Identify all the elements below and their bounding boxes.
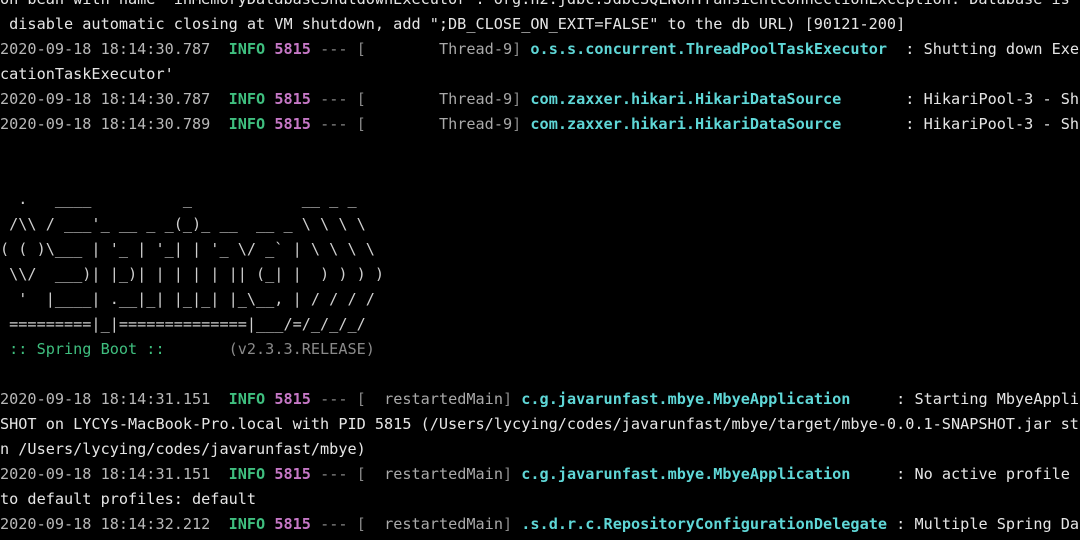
spring-boot-version: (v2.3.3.RELEASE) xyxy=(173,340,375,358)
log-line: 2020-09-18 18:14:30.789 INFO 5815 --- [ … xyxy=(0,112,1080,137)
spring-boot-label: :: Spring Boot :: xyxy=(0,340,174,358)
log-message: Multiple Spring Dat xyxy=(914,515,1080,533)
log-pid: 5815 xyxy=(274,465,311,483)
log-line: 2020-09-18 18:14:31.151 INFO 5815 --- [ … xyxy=(0,462,1080,487)
log-thread: restartedMain xyxy=(384,390,503,408)
log-thread: restartedMain xyxy=(384,515,503,533)
log-pid: 5815 xyxy=(274,115,311,133)
spring-boot-banner-line: \\/ ___)| |_)| | | | | || (_| | ) ) ) ) xyxy=(0,265,385,283)
log-thread: Thread-9 xyxy=(438,115,513,133)
log-line-continuation: n /Users/lycying/codes/javarunfast/mbye) xyxy=(0,437,1080,462)
log-message: HikariPool-3 - Shut xyxy=(923,115,1080,133)
log-separator: --- xyxy=(320,465,348,483)
log-logger: com.zaxxer.hikari.HikariDataSource xyxy=(530,115,842,133)
log-message: No active profile s xyxy=(914,465,1080,483)
log-message: Shutting down Execu xyxy=(923,40,1080,58)
log-timestamp: 2020-09-18 18:14:31.151 xyxy=(0,390,211,408)
log-separator: --- xyxy=(320,515,348,533)
spring-boot-banner-line: ( ( )\___ | '_ | '_| | '_ \/ _` | \ \ \ … xyxy=(0,240,375,258)
log-timestamp: 2020-09-18 18:14:30.787 xyxy=(0,40,211,58)
spring-boot-banner-line: ' |____| .__|_| |_|_| |_\__, | / / / / xyxy=(0,290,375,308)
log-line: 2020-09-18 18:14:30.787 INFO 5815 --- [ … xyxy=(0,87,1080,112)
log-line-continuation: to default profiles: default xyxy=(0,487,1080,512)
log-thread: Thread-9 xyxy=(438,90,513,108)
log-timestamp: 2020-09-18 18:14:31.151 xyxy=(0,465,211,483)
log-text: n /Users/lycying/codes/javarunfast/mbye) xyxy=(0,440,366,458)
terminal-scroll-region: on bean with name 'inMemoryDatabaseShutd… xyxy=(0,0,1080,540)
log-timestamp: 2020-09-18 18:14:30.787 xyxy=(0,90,211,108)
log-line-continuation: disable automatic closing at VM shutdown… xyxy=(0,12,1080,37)
log-pid: 5815 xyxy=(274,40,311,58)
log-message: Starting MbyeApplic xyxy=(914,390,1080,408)
log-level: INFO xyxy=(228,465,266,483)
log-level: INFO xyxy=(228,40,266,58)
log-level: INFO xyxy=(228,390,266,408)
log-logger: c.g.javarunfast.mbye.MbyeApplication xyxy=(521,390,851,408)
log-logger: .s.d.r.c.RepositoryConfigurationDelegate xyxy=(521,515,888,533)
terminal-output[interactable]: on bean with name 'inMemoryDatabaseShutd… xyxy=(0,0,1080,540)
log-line: 2020-09-18 18:14:30.787 INFO 5815 --- [ … xyxy=(0,37,1080,62)
spring-boot-banner-line: . ____ _ __ _ _ xyxy=(0,190,357,208)
log-level: INFO xyxy=(228,115,266,133)
log-line-continuation: on bean with name 'inMemoryDatabaseShutd… xyxy=(0,0,1080,12)
log-text: to default profiles: default xyxy=(0,490,257,508)
log-timestamp: 2020-09-18 18:14:30.789 xyxy=(0,115,211,133)
log-level: INFO xyxy=(228,515,266,533)
log-line: 2020-09-18 18:14:31.151 INFO 5815 --- [ … xyxy=(0,387,1080,412)
log-text: SHOT on LYCYs-MacBook-Pro.local with PID… xyxy=(0,415,1080,433)
log-text: cationTaskExecutor' xyxy=(0,65,174,83)
log-logger: o.s.s.concurrent.ThreadPoolTaskExecutor xyxy=(530,40,888,58)
log-separator: --- xyxy=(320,115,348,133)
log-separator: --- xyxy=(320,40,348,58)
log-pid: 5815 xyxy=(274,515,311,533)
log-message: HikariPool-3 - Shut xyxy=(923,90,1080,108)
log-text: on bean with name 'inMemoryDatabaseShutd… xyxy=(0,0,1080,8)
spring-boot-version-line: :: Spring Boot :: (v2.3.3.RELEASE) xyxy=(0,337,1080,362)
log-timestamp: 2020-09-18 18:14:32.212 xyxy=(0,515,211,533)
log-level: INFO xyxy=(228,90,266,108)
log-line-continuation: cationTaskExecutor' xyxy=(0,62,1080,87)
log-thread: restartedMain xyxy=(384,465,503,483)
log-separator: --- xyxy=(320,90,348,108)
log-pid: 5815 xyxy=(274,90,311,108)
log-thread: Thread-9 xyxy=(438,40,513,58)
log-pid: 5815 xyxy=(274,390,311,408)
spring-boot-banner-line: /\\ / ___'_ __ _ _(_)_ __ __ _ \ \ \ \ xyxy=(0,215,366,233)
log-line: 2020-09-18 18:14:32.212 INFO 5815 --- [ … xyxy=(0,512,1080,537)
log-separator: --- xyxy=(320,390,348,408)
log-logger: com.zaxxer.hikari.HikariDataSource xyxy=(530,90,842,108)
log-logger: c.g.javarunfast.mbye.MbyeApplication xyxy=(521,465,851,483)
log-text: disable automatic closing at VM shutdown… xyxy=(0,15,906,33)
spring-boot-banner-line: =========|_|==============|___/=/_/_/_/ xyxy=(0,315,366,333)
log-line-continuation: SHOT on LYCYs-MacBook-Pro.local with PID… xyxy=(0,412,1080,437)
